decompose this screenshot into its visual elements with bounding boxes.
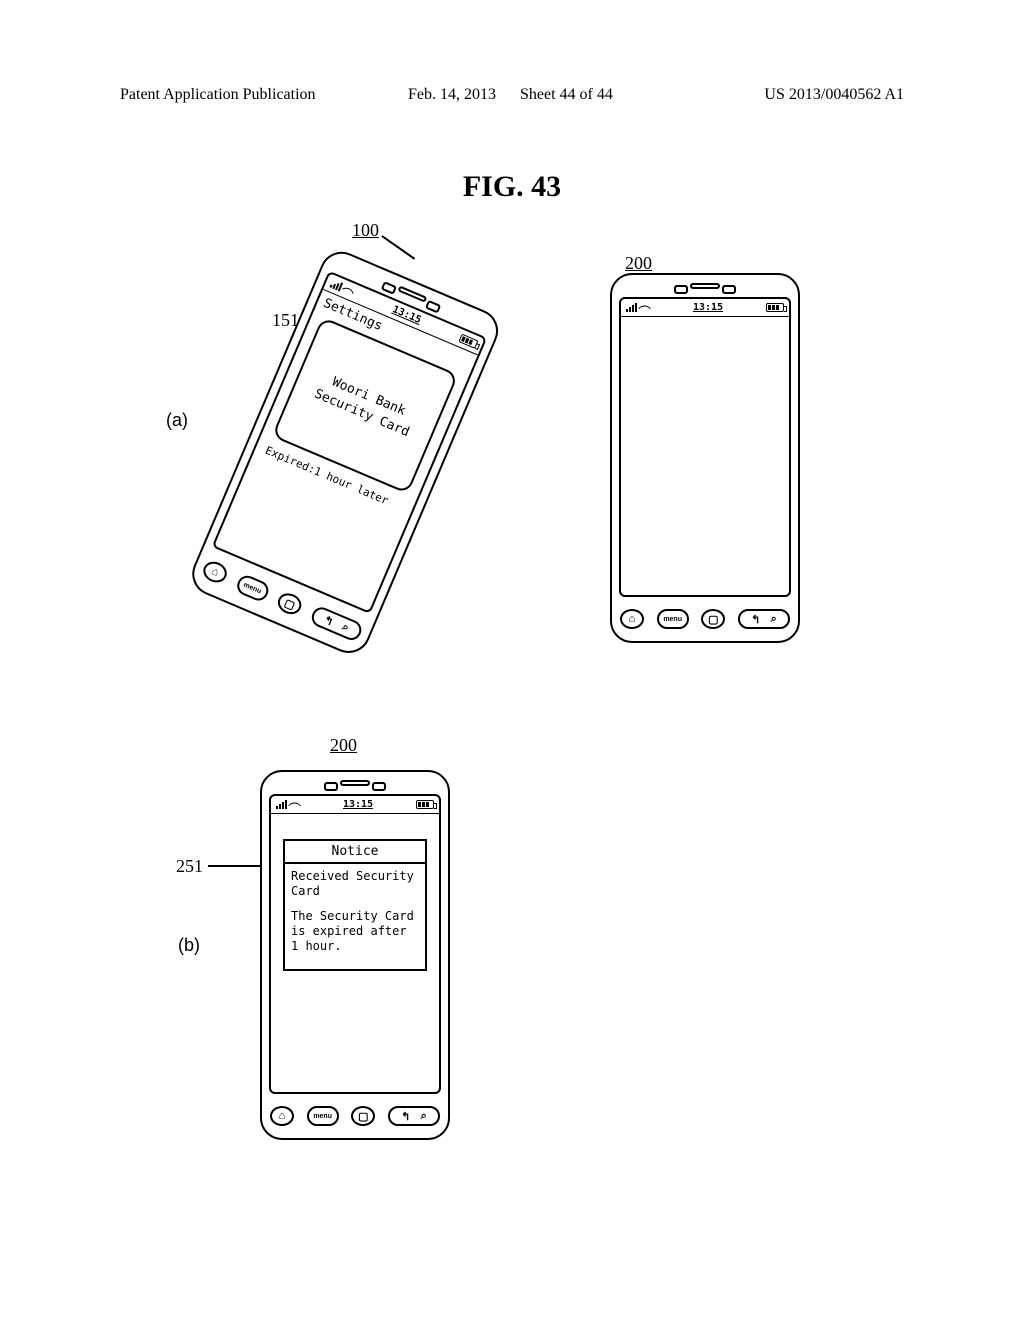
status-bar: 13:15 xyxy=(621,299,789,317)
menu-label: menu xyxy=(243,581,263,595)
back-icon: ↰ xyxy=(322,613,336,629)
home-button[interactable]: ⌂ xyxy=(270,1106,294,1126)
status-time: 13:15 xyxy=(693,302,723,313)
home-button[interactable]: ⌂ xyxy=(200,558,230,586)
phone-200-a-screen: 13:15 xyxy=(619,297,791,597)
home-icon: ⌂ xyxy=(629,613,636,625)
menu-label: menu xyxy=(663,616,682,623)
blank-screen-body xyxy=(621,317,789,595)
wifi-icon xyxy=(343,285,355,295)
signal-icon xyxy=(626,303,637,312)
phone-100-screen: 13:15 Settings Woori Bank Security Card … xyxy=(212,271,488,614)
notice-line-1: Received Security Card xyxy=(291,869,419,899)
wifi-icon xyxy=(290,801,300,808)
signal-icon xyxy=(329,279,343,292)
home-button[interactable]: ⌂ xyxy=(620,609,644,629)
status-time: 13:15 xyxy=(343,799,373,810)
phone-200-b-screen: 13:15 Notice Received Security Card The … xyxy=(269,794,441,1094)
panel-b-label: (b) xyxy=(178,935,200,956)
publication-label: Patent Application Publication xyxy=(120,86,316,104)
sheet-number: Sheet 44 of 44 xyxy=(520,86,613,104)
ref-100: 100 xyxy=(352,220,379,241)
notice-body: Received Security Card The Security Card… xyxy=(285,864,425,969)
ref-251: 251 xyxy=(176,856,203,877)
menu-button[interactable]: menu xyxy=(307,1106,339,1126)
stop-button[interactable]: ▢ xyxy=(275,590,305,618)
notice-card: Notice Received Security Card The Securi… xyxy=(283,839,427,971)
document-number: US 2013/0040562 A1 xyxy=(764,86,904,104)
phone-200-b: 13:15 Notice Received Security Card The … xyxy=(260,770,450,1140)
leader-251 xyxy=(208,865,266,867)
menu-button[interactable]: menu xyxy=(234,573,271,604)
search-icon: ⌕ xyxy=(421,1110,427,1123)
status-bar: 13:15 xyxy=(271,796,439,814)
phone-100: 13:15 Settings Woori Bank Security Card … xyxy=(185,245,504,660)
square-icon: ▢ xyxy=(358,1110,368,1123)
earpiece-icon xyxy=(397,285,427,302)
battery-icon xyxy=(416,800,434,809)
back-icon: ↰ xyxy=(751,613,760,626)
panel-a-label: (a) xyxy=(166,410,188,431)
signal-icon xyxy=(276,800,287,809)
search-icon: ⌕ xyxy=(771,613,777,626)
phone-200-a: 13:15 ⌂ menu ▢ ↰ ⌕ xyxy=(610,273,800,643)
stop-button[interactable]: ▢ xyxy=(351,1106,375,1126)
hw-buttons: ⌂ menu ▢ ↰ ⌕ xyxy=(620,605,790,633)
back-icon: ↰ xyxy=(401,1110,410,1123)
square-icon: ▢ xyxy=(708,613,718,626)
hw-buttons: ⌂ menu ▢ ↰ ⌕ xyxy=(270,1102,440,1130)
notice-title: Notice xyxy=(285,841,425,864)
back-search-button[interactable]: ↰ ⌕ xyxy=(738,609,790,629)
back-search-button[interactable]: ↰ ⌕ xyxy=(309,604,365,643)
wifi-icon xyxy=(640,304,650,311)
earpiece-icon xyxy=(690,283,720,289)
stop-button[interactable]: ▢ xyxy=(701,609,725,629)
publication-date: Feb. 14, 2013 xyxy=(408,86,496,104)
square-icon: ▢ xyxy=(283,596,298,612)
leader-100 xyxy=(382,235,416,259)
earpiece-icon xyxy=(340,780,370,786)
notice-line-2: The Security Card is expired after 1 hou… xyxy=(291,909,419,954)
menu-button[interactable]: menu xyxy=(657,609,689,629)
ref-200-b: 200 xyxy=(330,735,357,756)
figure-title: FIG. 43 xyxy=(0,170,1024,204)
ref-200-a: 200 xyxy=(625,253,652,274)
home-icon: ⌂ xyxy=(210,565,221,579)
battery-icon xyxy=(766,303,784,312)
menu-label: menu xyxy=(313,1113,332,1120)
back-search-button[interactable]: ↰ ⌕ xyxy=(388,1106,440,1126)
battery-icon xyxy=(458,334,478,349)
search-icon: ⌕ xyxy=(340,620,351,634)
home-icon: ⌂ xyxy=(279,1110,286,1122)
